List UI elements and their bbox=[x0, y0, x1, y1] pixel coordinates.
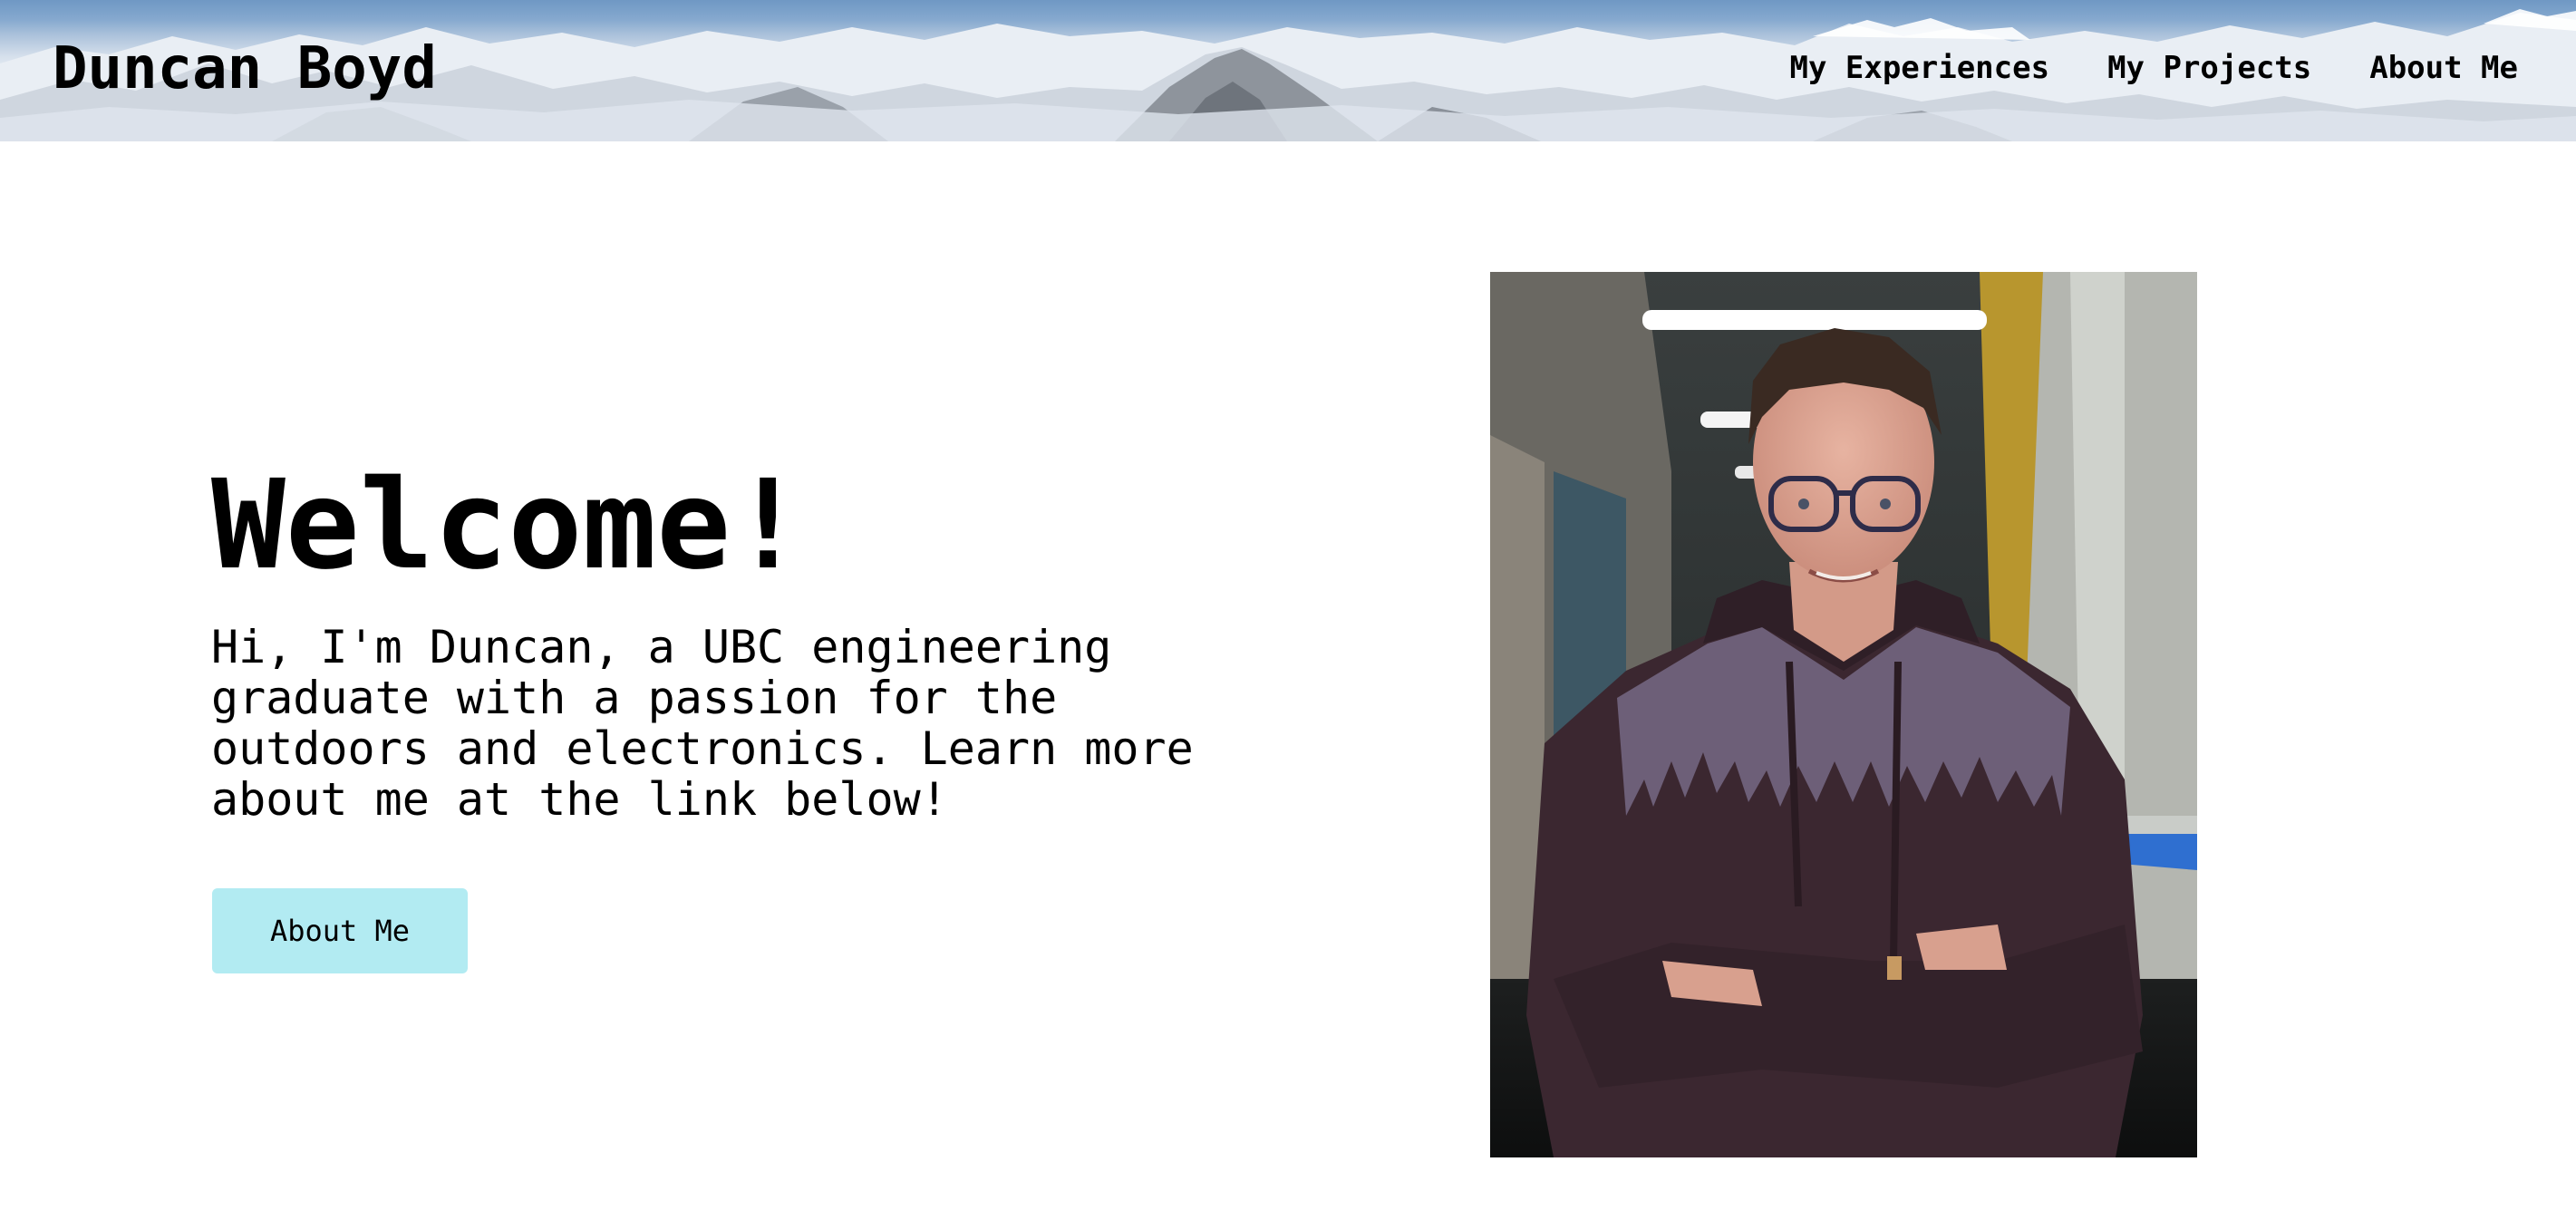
portrait-photo bbox=[1490, 272, 2197, 1157]
nav-link-about-me[interactable]: About Me bbox=[2369, 45, 2518, 91]
nav-link-my-projects[interactable]: My Projects bbox=[2107, 45, 2311, 91]
header-banner: Duncan Boyd My Experiences My Projects A… bbox=[0, 0, 2576, 141]
nav-link-my-experiences[interactable]: My Experiences bbox=[1789, 45, 2049, 91]
about-me-button[interactable]: About Me bbox=[212, 888, 468, 973]
hero-section: Welcome! bbox=[211, 453, 1299, 598]
portrait-image bbox=[1490, 272, 2197, 1157]
hero-description: Hi, I'm Duncan, a UBC engineering gradua… bbox=[211, 621, 1194, 826]
hero-title: Welcome! bbox=[211, 454, 806, 597]
site-title[interactable]: Duncan Boyd bbox=[53, 33, 437, 105]
main-nav: My Experiences My Projects About Me bbox=[1789, 45, 2518, 91]
